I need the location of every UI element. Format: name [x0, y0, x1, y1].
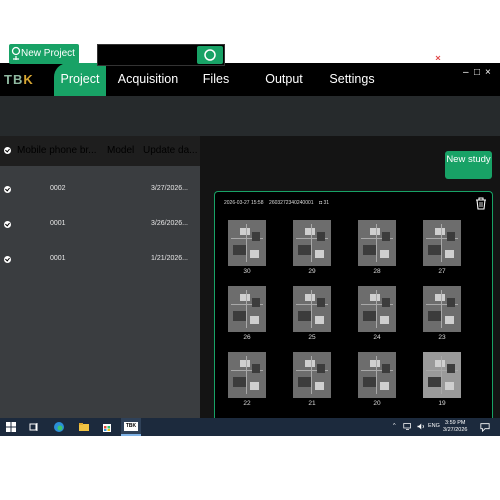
thumbnail-label: 29 — [308, 268, 316, 275]
row-id: 0001 — [50, 220, 66, 227]
volume-icon[interactable] — [416, 422, 425, 431]
thumbnail-label: 28 — [373, 268, 381, 275]
row-id: 0002 — [50, 185, 66, 192]
search-input[interactable] — [98, 45, 198, 66]
search-icon — [204, 49, 216, 61]
column-update-date[interactable]: Update da... — [143, 145, 200, 156]
chevron-up-icon[interactable]: ^ — [393, 423, 396, 429]
thumbnail-label: 21 — [308, 400, 316, 407]
xray-thumbnail[interactable] — [293, 286, 331, 332]
tab-acquisition[interactable]: Acquisition — [114, 63, 182, 96]
image-count-icon: ◘ — [319, 200, 323, 206]
table-row[interactable]: 0001 1/21/2026... — [0, 243, 200, 277]
store-icon[interactable] — [101, 421, 113, 433]
new-project-label: New Project — [21, 48, 75, 59]
xray-thumbnail[interactable] — [423, 352, 461, 398]
edge-browser-icon[interactable] — [53, 421, 65, 433]
select-all-checkbox[interactable] — [4, 147, 11, 154]
thumbnail-label: 19 — [438, 400, 446, 407]
taskbar-app-tbk[interactable]: TBK — [121, 418, 141, 436]
xray-thumbnail[interactable] — [423, 220, 461, 266]
taskbar: TBK ^ ENG 3:59 PM 3/27/2026 — [0, 418, 500, 436]
search-box — [97, 44, 225, 66]
row-date: 1/21/2026... — [151, 255, 188, 262]
tab-files[interactable]: Files — [196, 63, 236, 96]
minimize-button[interactable]: – — [463, 67, 469, 78]
clock-time: 3:59 PM — [444, 420, 466, 426]
row-checkbox[interactable] — [4, 186, 11, 193]
xray-thumbnail[interactable] — [228, 286, 266, 332]
column-brand[interactable]: Mobile phone br... — [17, 145, 103, 156]
thumbnail-label: 24 — [373, 334, 381, 341]
table-row[interactable]: 0002 3/27/2026... — [0, 173, 200, 207]
clock-date: 3/27/2026 — [443, 427, 468, 433]
xray-thumbnail[interactable] — [293, 220, 331, 266]
row-id: 0001 — [50, 255, 66, 262]
row-checkbox[interactable] — [4, 221, 11, 228]
thumbnail-label: 20 — [373, 400, 381, 407]
notification-icon[interactable] — [480, 422, 490, 432]
xray-thumbnail[interactable] — [358, 286, 396, 332]
language-indicator[interactable]: ENG — [428, 423, 440, 429]
tab-project[interactable]: Project — [54, 63, 106, 96]
app-logo: TBK — [4, 72, 34, 87]
toolbar — [0, 96, 500, 136]
list-header: Mobile phone br... Model Update da... — [0, 136, 200, 166]
xray-thumbnail[interactable] — [358, 352, 396, 398]
new-project-icon — [11, 46, 21, 60]
column-model[interactable]: Model — [107, 145, 139, 156]
trash-icon[interactable] — [475, 197, 487, 210]
network-icon[interactable] — [403, 422, 412, 431]
thumbnail-label: 27 — [438, 268, 446, 275]
project-list: Mobile phone br... Model Update da... 00… — [0, 136, 200, 436]
table-row[interactable]: 0001 3/26/2026... — [0, 208, 200, 242]
thumbnail-label: 30 — [243, 268, 251, 275]
thumbnail-label: 25 — [308, 334, 316, 341]
menu-bar: TBK Project Acquisition Files Output Set… — [0, 63, 500, 96]
study-card[interactable]: 2026-03-27 15:58 2603272340240001 ◘ 31 3… — [214, 191, 493, 418]
tbk-app-icon: TBK — [124, 422, 138, 431]
file-explorer-icon[interactable] — [78, 421, 90, 433]
row-checkbox[interactable] — [4, 256, 11, 263]
thumbnail-label: 26 — [243, 334, 251, 341]
xray-thumbnail[interactable] — [293, 352, 331, 398]
new-project-button[interactable]: New Project — [9, 44, 79, 64]
windows-start-icon[interactable] — [5, 421, 17, 433]
new-study-button[interactable]: New study — [445, 151, 492, 179]
xray-thumbnail[interactable] — [358, 220, 396, 266]
xray-thumbnail[interactable] — [228, 352, 266, 398]
thumbnail-label: 22 — [243, 400, 251, 407]
study-count: 31 — [323, 200, 330, 206]
study-header: 2026-03-27 15:58 2603272340240001 ◘ 31 — [224, 200, 329, 206]
study-code: 2603272340240001 — [269, 200, 314, 206]
close-button[interactable]: × — [485, 67, 491, 78]
tab-settings[interactable]: Settings — [326, 63, 378, 96]
system-clock[interactable]: 3:59 PM 3/27/2026 — [443, 420, 467, 434]
row-date: 3/27/2026... — [151, 185, 188, 192]
export-icon — [366, 47, 378, 60]
xray-thumbnail[interactable] — [228, 220, 266, 266]
delete-icon — [427, 47, 441, 60]
thumbnail-label: 23 — [438, 334, 446, 341]
xray-thumbnail[interactable] — [423, 286, 461, 332]
row-date: 3/26/2026... — [151, 220, 188, 227]
maximize-button[interactable]: □ — [474, 67, 480, 78]
edit-icon — [309, 47, 321, 60]
search-button[interactable] — [197, 46, 223, 64]
study-datetime: 2026-03-27 15:58 — [224, 200, 264, 206]
task-view-icon[interactable] — [28, 421, 40, 433]
tab-output[interactable]: Output — [260, 63, 308, 96]
